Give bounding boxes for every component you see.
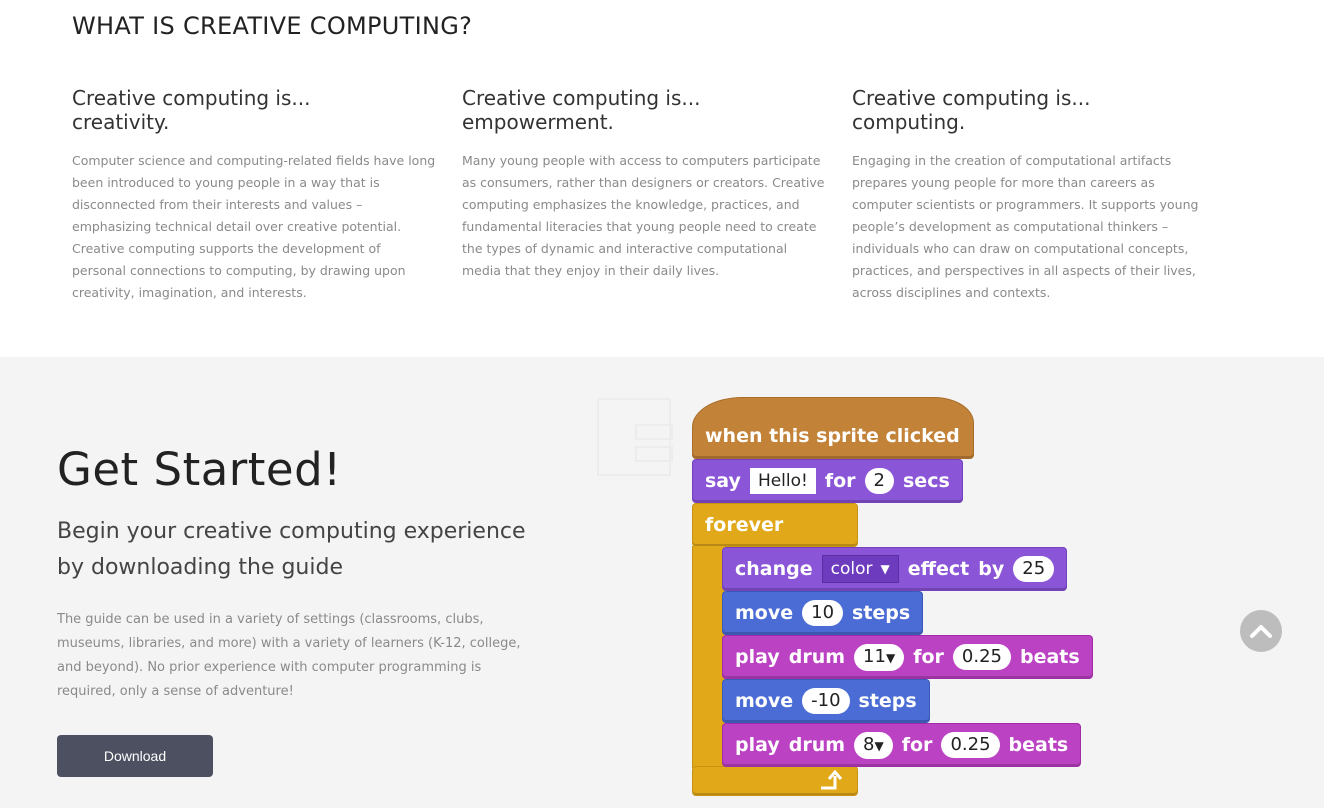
column-heading: Creative computing is... empowerment. bbox=[462, 86, 827, 134]
column-body: Computer science and computing-related f… bbox=[72, 153, 436, 300]
column-heading: Creative computing is... computing. bbox=[852, 86, 1217, 134]
forever-arm bbox=[692, 546, 725, 768]
get-started-section: Get Started! Begin your creative computi… bbox=[0, 357, 1324, 808]
column-heading-line2: creativity. bbox=[72, 110, 170, 134]
block-label: move bbox=[735, 602, 794, 624]
play-drum-block[interactable]: play drum 8▼ for 0.25 beats bbox=[722, 723, 1082, 767]
block-label: steps bbox=[852, 602, 911, 624]
forever-bottom bbox=[692, 766, 858, 796]
faint-document-icon bbox=[597, 398, 673, 476]
move-block[interactable]: move 10 steps bbox=[722, 591, 924, 635]
block-label: play bbox=[735, 646, 780, 668]
download-button[interactable]: Download bbox=[57, 735, 213, 777]
when-sprite-clicked-block[interactable]: when this sprite clicked bbox=[692, 397, 974, 459]
block-label: move bbox=[735, 690, 794, 712]
drum-dropdown[interactable]: 11▼ bbox=[854, 643, 905, 671]
get-started-title: Get Started! bbox=[57, 443, 342, 496]
block-label: forever bbox=[705, 514, 784, 536]
beats-input[interactable]: 0.25 bbox=[952, 644, 1011, 670]
block-label: for bbox=[824, 470, 856, 492]
get-started-subtitle: Begin your creative computing experience… bbox=[57, 519, 526, 580]
drum-dropdown[interactable]: 8▼ bbox=[854, 731, 893, 759]
block-label: change bbox=[735, 558, 813, 580]
section-title: WHAT IS CREATIVE COMPUTING? bbox=[72, 12, 473, 40]
triangle-down-icon: ▼ bbox=[874, 738, 884, 753]
column-body: Engaging in the creation of computationa… bbox=[852, 153, 1199, 300]
say-block[interactable]: say Hello! for 2 secs bbox=[692, 459, 963, 503]
column-body: Many young people with access to compute… bbox=[462, 153, 825, 278]
column-heading: Creative computing is... creativity. bbox=[72, 86, 437, 134]
change-effect-block[interactable]: change color ▼ effect by 25 bbox=[722, 547, 1068, 591]
block-label: beats bbox=[1019, 646, 1080, 668]
block-label: say bbox=[705, 470, 741, 492]
block-label: for bbox=[913, 646, 944, 668]
move-steps-input[interactable]: -10 bbox=[802, 688, 850, 714]
column-heading-line2: computing. bbox=[852, 110, 966, 134]
block-label: beats bbox=[1008, 734, 1069, 756]
column-heading-line1: Creative computing is... bbox=[462, 86, 701, 110]
column-heading-line2: empowerment. bbox=[462, 110, 614, 134]
triangle-down-icon: ▼ bbox=[885, 650, 896, 665]
what-is-section: WHAT IS CREATIVE COMPUTING? Creative com… bbox=[0, 0, 1324, 357]
move-block[interactable]: move -10 steps bbox=[722, 679, 930, 723]
get-started-body: The guide can be used in a variety of se… bbox=[57, 612, 521, 699]
column-heading-line1: Creative computing is... bbox=[72, 86, 311, 110]
block-label: secs bbox=[903, 470, 950, 492]
block-label: by bbox=[978, 558, 1005, 580]
scroll-to-top-button[interactable] bbox=[1240, 610, 1282, 652]
loop-arrow-icon bbox=[821, 770, 843, 790]
block-label: steps bbox=[858, 690, 917, 712]
block-label: for bbox=[901, 734, 933, 756]
move-steps-input[interactable]: 10 bbox=[802, 600, 844, 626]
block-label: when this sprite clicked bbox=[705, 425, 960, 447]
say-text-input[interactable]: Hello! bbox=[749, 468, 816, 494]
dropdown-value: color bbox=[830, 559, 873, 579]
effect-dropdown[interactable]: color ▼ bbox=[821, 555, 899, 583]
secs-input[interactable]: 2 bbox=[864, 468, 894, 494]
block-label: play bbox=[735, 734, 780, 756]
block-label: drum bbox=[788, 646, 846, 668]
chevron-up-icon bbox=[1250, 625, 1272, 638]
dropdown-value: 8 bbox=[863, 733, 875, 755]
block-label: drum bbox=[788, 734, 846, 756]
beats-input[interactable]: 0.25 bbox=[941, 732, 1000, 758]
forever-block[interactable]: forever bbox=[692, 503, 858, 547]
column-empowerment: Creative computing is... empowerment. Ma… bbox=[462, 86, 827, 282]
column-creativity: Creative computing is... creativity. Com… bbox=[72, 86, 437, 304]
block-label: effect bbox=[907, 558, 970, 580]
triangle-down-icon: ▼ bbox=[880, 562, 890, 576]
column-computing: Creative computing is... computing. Enga… bbox=[852, 86, 1217, 304]
column-heading-line1: Creative computing is... bbox=[852, 86, 1091, 110]
dropdown-value: 11 bbox=[863, 645, 886, 667]
effect-value-input[interactable]: 25 bbox=[1013, 556, 1055, 582]
play-drum-block[interactable]: play drum 11▼ for 0.25 beats bbox=[722, 635, 1093, 679]
